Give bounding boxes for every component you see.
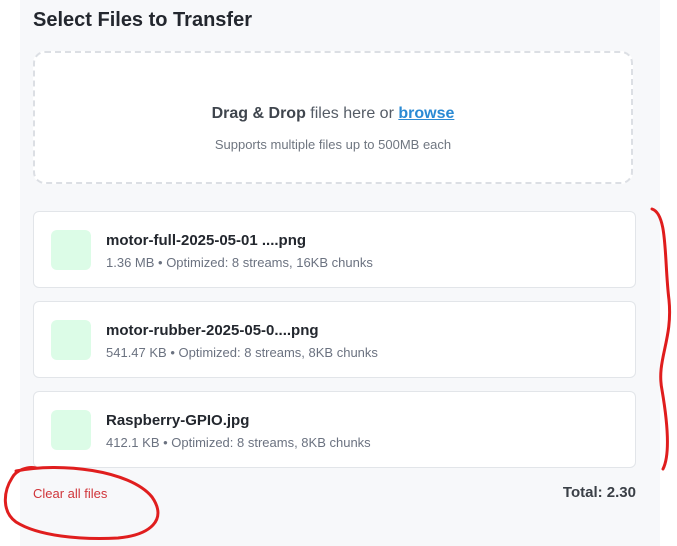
file-meta: 412.1 KB • Optimized: 8 streams, 8KB chu… — [106, 435, 371, 450]
file-meta: 541.47 KB • Optimized: 8 streams, 8KB ch… — [106, 345, 378, 360]
file-thumbnail — [51, 410, 91, 450]
dropzone-instructions: Drag & Drop files here or browse — [35, 105, 631, 123]
file-name: motor-rubber-2025-05-0....png — [106, 322, 319, 339]
total-size: Total: 2.30 — [562, 484, 636, 501]
file-item[interactable]: motor-full-2025-05-01 ....png 1.36 MB • … — [33, 211, 636, 288]
section-title: Select Files to Transfer — [33, 9, 252, 31]
file-thumbnail — [51, 320, 91, 360]
file-thumbnail — [51, 230, 91, 270]
dropzone-strong-text: Drag & Drop — [211, 105, 306, 122]
file-name: motor-full-2025-05-01 ....png — [106, 232, 307, 249]
file-item[interactable]: motor-rubber-2025-05-0....png 541.47 KB … — [33, 301, 636, 378]
file-item[interactable]: Raspberry-GPIO.jpg 412.1 KB • Optimized:… — [33, 391, 636, 468]
file-name: Raspberry-GPIO.jpg — [106, 412, 250, 429]
file-meta: 1.36 MB • Optimized: 8 streams, 16KB chu… — [106, 255, 373, 270]
dropzone-middle-text: files here or — [305, 105, 399, 122]
file-dropzone[interactable]: Drag & Drop files here or browse Support… — [33, 51, 633, 184]
clear-all-files-link[interactable]: Clear all files — [33, 486, 107, 501]
dropzone-subtitle: Supports multiple files up to 500MB each — [214, 137, 452, 152]
browse-link[interactable]: browse — [398, 105, 454, 122]
